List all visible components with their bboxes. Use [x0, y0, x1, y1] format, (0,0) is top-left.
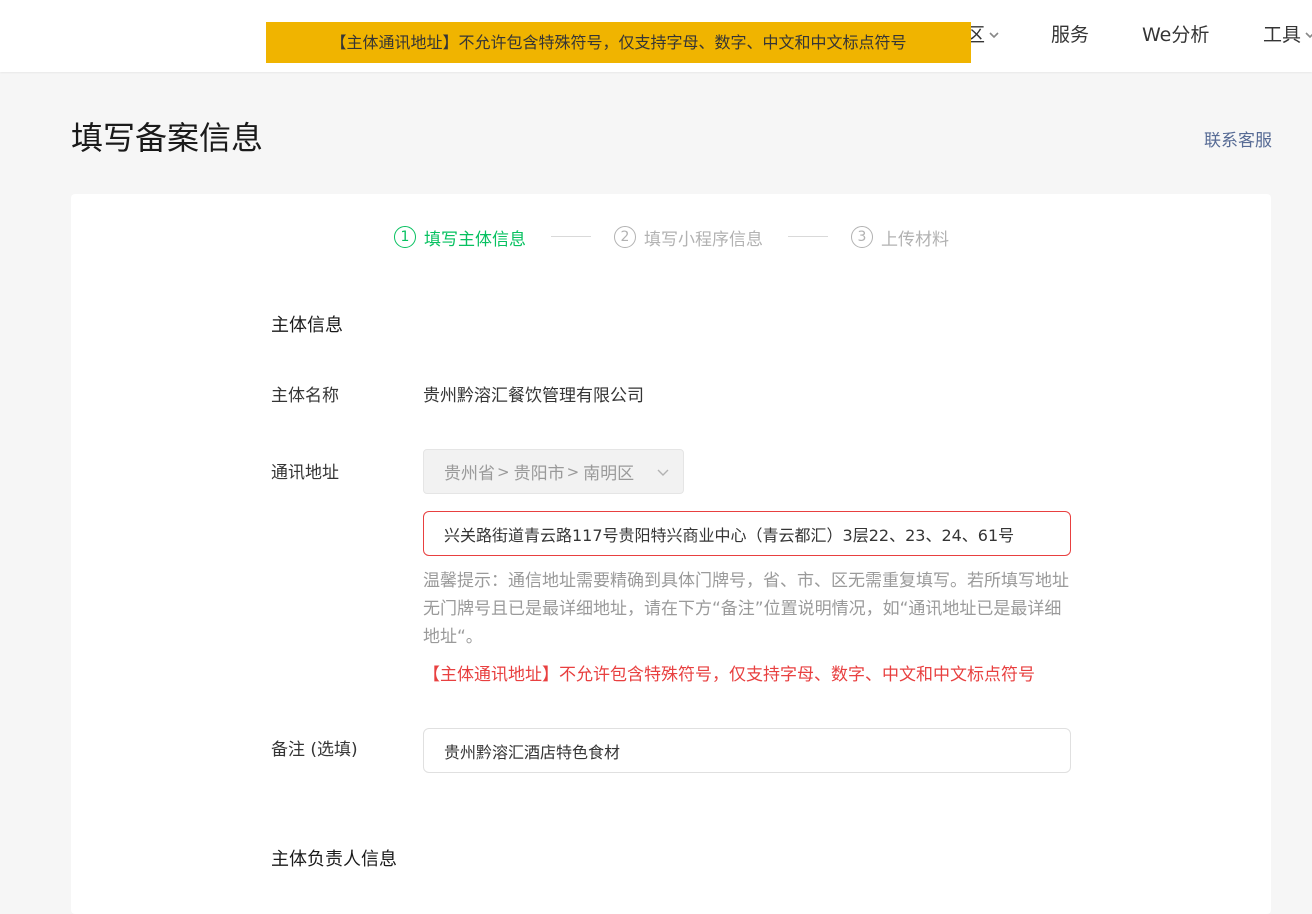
chevron-down-icon	[987, 23, 1001, 49]
nav-item-we-analytics[interactable]: We分析	[1142, 22, 1209, 48]
address-hint: 温馨提示：通信地址需要精确到具体门牌号，省、市、区无需重复填写。若所填写地址无门…	[423, 571, 1069, 647]
separator-icon: >	[497, 462, 510, 481]
step-label: 填写小程序信息	[644, 229, 763, 250]
step-number: 1	[394, 226, 416, 248]
chevron-down-icon	[655, 464, 671, 485]
step-number: 2	[614, 226, 636, 248]
step-label: 上传材料	[881, 229, 949, 250]
nav-item-tools[interactable]: 工具	[1263, 22, 1312, 49]
remark-label: 备注 (选填)	[271, 740, 358, 760]
step-indicator: 1 填写主体信息 2 填写小程序信息 3 上传材料	[0, 224, 1312, 250]
address-label: 通讯地址	[271, 463, 339, 483]
page-title: 填写备案信息	[71, 119, 264, 157]
subject-section-title: 主体信息	[271, 315, 343, 336]
owner-section-title: 主体负责人信息	[271, 849, 397, 870]
step-number: 3	[851, 226, 873, 248]
subject-name-label: 主体名称	[271, 386, 339, 406]
step-divider	[788, 236, 828, 237]
step-3: 3 上传材料	[851, 224, 949, 250]
step-label: 填写主体信息	[424, 229, 526, 250]
region-select[interactable]: 贵州省 > 贵阳市 > 南明区	[423, 449, 684, 494]
step-2: 2 填写小程序信息	[614, 224, 763, 250]
address-error-message: 【主体通讯地址】不允许包含特殊符号，仅支持字母、数字、中文和中文标点符号	[423, 665, 1035, 685]
step-1: 1 填写主体信息	[394, 224, 526, 250]
province-value: 贵州省	[444, 464, 495, 484]
nav-item-community[interactable]: 区	[966, 22, 1001, 49]
city-value: 贵阳市	[513, 464, 565, 484]
step-divider	[551, 236, 591, 237]
nav-item-service[interactable]: 服务	[1051, 22, 1089, 48]
separator-icon: >	[566, 462, 580, 481]
district-value: 南明区	[583, 464, 635, 484]
error-toast: 【主体通讯地址】不允许包含特殊符号，仅支持字母、数字、中文和中文标点符号	[266, 22, 971, 63]
nav-item-label: 工具	[1263, 24, 1302, 46]
subject-name-value: 贵州黔溶汇餐饮管理有限公司	[423, 386, 644, 406]
remark-input[interactable]	[423, 728, 1071, 773]
address-input[interactable]	[423, 511, 1071, 556]
chevron-down-icon	[1303, 23, 1312, 49]
contact-support-link[interactable]: 联系客服	[1204, 126, 1272, 151]
